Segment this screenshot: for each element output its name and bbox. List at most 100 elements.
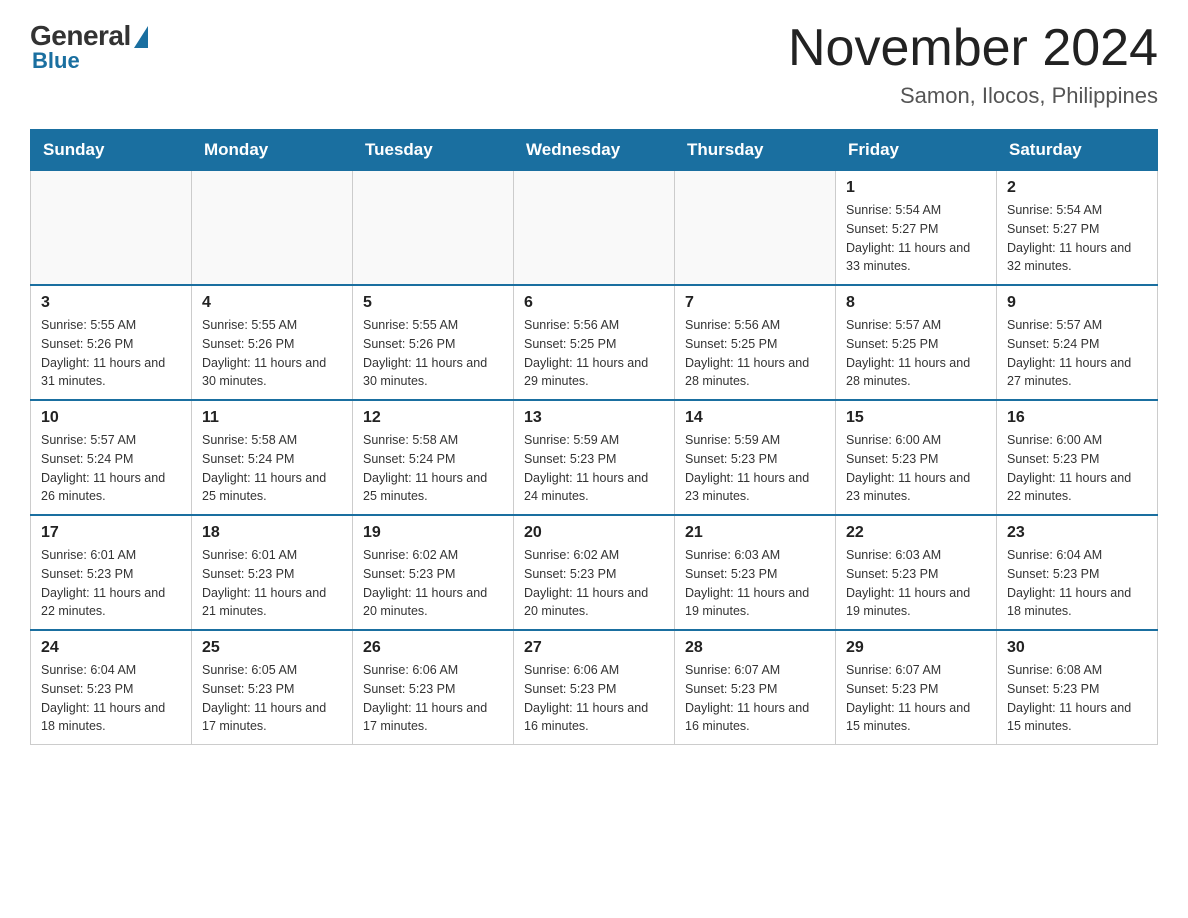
calendar-title: November 2024: [788, 20, 1158, 77]
day-number: 5: [363, 294, 503, 312]
day-info: Sunrise: 6:01 AM Sunset: 5:23 PM Dayligh…: [41, 546, 181, 621]
day-number: 13: [524, 409, 664, 427]
day-number: 23: [1007, 524, 1147, 542]
calendar-table: SundayMondayTuesdayWednesdayThursdayFrid…: [30, 129, 1158, 745]
day-info: Sunrise: 6:02 AM Sunset: 5:23 PM Dayligh…: [363, 546, 503, 621]
day-number: 14: [685, 409, 825, 427]
calendar-day-cell: 22 Sunrise: 6:03 AM Sunset: 5:23 PM Dayli…: [836, 515, 997, 630]
calendar-week-row: 1 Sunrise: 5:54 AM Sunset: 5:27 PM Daylig…: [31, 171, 1158, 286]
day-info: Sunrise: 6:07 AM Sunset: 5:23 PM Dayligh…: [685, 661, 825, 736]
calendar-week-row: 3 Sunrise: 5:55 AM Sunset: 5:26 PM Daylig…: [31, 285, 1158, 400]
calendar-day-cell: 17 Sunrise: 6:01 AM Sunset: 5:23 PM Dayli…: [31, 515, 192, 630]
day-number: 30: [1007, 639, 1147, 657]
calendar-day-cell: 6Sunrise: 5:56 AM Sunset: 5:25 PM Daylig…: [514, 285, 675, 400]
day-number: 11: [202, 409, 342, 427]
day-info: Sunrise: 5:56 AM Sunset: 5:25 PM Dayligh…: [685, 316, 825, 391]
day-number: 24: [41, 639, 181, 657]
weekday-header-sunday: Sunday: [31, 130, 192, 171]
day-number: 16: [1007, 409, 1147, 427]
calendar-day-cell: [675, 171, 836, 286]
calendar-day-cell: 16 Sunrise: 6:00 AM Sunset: 5:23 PM Dayli…: [997, 400, 1158, 515]
day-info: Sunrise: 6:00 AM Sunset: 5:23 PM Dayligh…: [846, 431, 986, 506]
calendar-day-cell: 1 Sunrise: 5:54 AM Sunset: 5:27 PM Daylig…: [836, 171, 997, 286]
calendar-day-cell: 19 Sunrise: 6:02 AM Sunset: 5:23 PM Dayli…: [353, 515, 514, 630]
title-section: November 2024 Samon, Ilocos, Philippines: [788, 20, 1158, 109]
weekday-header-wednesday: Wednesday: [514, 130, 675, 171]
day-number: 4: [202, 294, 342, 312]
day-number: 8: [846, 294, 986, 312]
day-info: Sunrise: 6:03 AM Sunset: 5:23 PM Dayligh…: [846, 546, 986, 621]
calendar-day-cell: 11 Sunrise: 5:58 AM Sunset: 5:24 PM Dayli…: [192, 400, 353, 515]
day-info: Sunrise: 6:00 AM Sunset: 5:23 PM Dayligh…: [1007, 431, 1147, 506]
day-number: 26: [363, 639, 503, 657]
calendar-day-cell: [192, 171, 353, 286]
day-number: 15: [846, 409, 986, 427]
weekday-header-friday: Friday: [836, 130, 997, 171]
day-info: Sunrise: 6:07 AM Sunset: 5:23 PM Dayligh…: [846, 661, 986, 736]
calendar-day-cell: 3 Sunrise: 5:55 AM Sunset: 5:26 PM Daylig…: [31, 285, 192, 400]
day-number: 25: [202, 639, 342, 657]
day-number: 10: [41, 409, 181, 427]
day-info: Sunrise: 5:58 AM Sunset: 5:24 PM Dayligh…: [202, 431, 342, 506]
calendar-subtitle: Samon, Ilocos, Philippines: [788, 83, 1158, 109]
day-number: 1: [846, 179, 986, 197]
day-number: 9: [1007, 294, 1147, 312]
day-info: Sunrise: 5:57 AM Sunset: 5:25 PM Dayligh…: [846, 316, 986, 391]
calendar-day-cell: 7Sunrise: 5:56 AM Sunset: 5:25 PM Daylig…: [675, 285, 836, 400]
calendar-day-cell: 30 Sunrise: 6:08 AM Sunset: 5:23 PM Dayli…: [997, 630, 1158, 745]
calendar-day-cell: [514, 171, 675, 286]
calendar-day-cell: 24Sunrise: 6:04 AM Sunset: 5:23 PM Dayli…: [31, 630, 192, 745]
calendar-day-cell: 23 Sunrise: 6:04 AM Sunset: 5:23 PM Dayli…: [997, 515, 1158, 630]
day-number: 21: [685, 524, 825, 542]
logo-triangle-icon: [134, 26, 148, 48]
day-number: 12: [363, 409, 503, 427]
calendar-day-cell: 18Sunrise: 6:01 AM Sunset: 5:23 PM Dayli…: [192, 515, 353, 630]
day-info: Sunrise: 5:55 AM Sunset: 5:26 PM Dayligh…: [41, 316, 181, 391]
calendar-day-cell: 10 Sunrise: 5:57 AM Sunset: 5:24 PM Dayli…: [31, 400, 192, 515]
calendar-day-cell: [31, 171, 192, 286]
calendar-day-cell: 25 Sunrise: 6:05 AM Sunset: 5:23 PM Dayli…: [192, 630, 353, 745]
day-number: 28: [685, 639, 825, 657]
calendar-day-cell: 21Sunrise: 6:03 AM Sunset: 5:23 PM Dayli…: [675, 515, 836, 630]
calendar-day-cell: 4 Sunrise: 5:55 AM Sunset: 5:26 PM Daylig…: [192, 285, 353, 400]
calendar-week-row: 24Sunrise: 6:04 AM Sunset: 5:23 PM Dayli…: [31, 630, 1158, 745]
day-number: 29: [846, 639, 986, 657]
day-number: 3: [41, 294, 181, 312]
logo: General Blue: [30, 20, 148, 74]
weekday-header-saturday: Saturday: [997, 130, 1158, 171]
calendar-day-cell: [353, 171, 514, 286]
weekday-header-monday: Monday: [192, 130, 353, 171]
calendar-day-cell: 20 Sunrise: 6:02 AM Sunset: 5:23 PM Dayli…: [514, 515, 675, 630]
day-info: Sunrise: 5:55 AM Sunset: 5:26 PM Dayligh…: [363, 316, 503, 391]
calendar-day-cell: 15 Sunrise: 6:00 AM Sunset: 5:23 PM Dayli…: [836, 400, 997, 515]
calendar-day-cell: 14Sunrise: 5:59 AM Sunset: 5:23 PM Dayli…: [675, 400, 836, 515]
calendar-day-cell: 27Sunrise: 6:06 AM Sunset: 5:23 PM Dayli…: [514, 630, 675, 745]
day-number: 20: [524, 524, 664, 542]
day-number: 2: [1007, 179, 1147, 197]
weekday-header-row: SundayMondayTuesdayWednesdayThursdayFrid…: [31, 130, 1158, 171]
calendar-day-cell: 12Sunrise: 5:58 AM Sunset: 5:24 PM Dayli…: [353, 400, 514, 515]
day-info: Sunrise: 5:54 AM Sunset: 5:27 PM Dayligh…: [846, 201, 986, 276]
calendar-week-row: 10 Sunrise: 5:57 AM Sunset: 5:24 PM Dayli…: [31, 400, 1158, 515]
day-number: 19: [363, 524, 503, 542]
day-number: 22: [846, 524, 986, 542]
day-number: 18: [202, 524, 342, 542]
day-number: 6: [524, 294, 664, 312]
logo-blue-text: Blue: [32, 48, 80, 74]
day-info: Sunrise: 5:57 AM Sunset: 5:24 PM Dayligh…: [1007, 316, 1147, 391]
day-info: Sunrise: 5:55 AM Sunset: 5:26 PM Dayligh…: [202, 316, 342, 391]
day-info: Sunrise: 6:04 AM Sunset: 5:23 PM Dayligh…: [1007, 546, 1147, 621]
calendar-day-cell: 29 Sunrise: 6:07 AM Sunset: 5:23 PM Dayli…: [836, 630, 997, 745]
day-info: Sunrise: 6:05 AM Sunset: 5:23 PM Dayligh…: [202, 661, 342, 736]
day-info: Sunrise: 5:59 AM Sunset: 5:23 PM Dayligh…: [524, 431, 664, 506]
calendar-day-cell: 2Sunrise: 5:54 AM Sunset: 5:27 PM Daylig…: [997, 171, 1158, 286]
day-number: 17: [41, 524, 181, 542]
day-info: Sunrise: 6:06 AM Sunset: 5:23 PM Dayligh…: [363, 661, 503, 736]
day-info: Sunrise: 6:08 AM Sunset: 5:23 PM Dayligh…: [1007, 661, 1147, 736]
calendar-day-cell: 26 Sunrise: 6:06 AM Sunset: 5:23 PM Dayli…: [353, 630, 514, 745]
calendar-day-cell: 9 Sunrise: 5:57 AM Sunset: 5:24 PM Daylig…: [997, 285, 1158, 400]
day-info: Sunrise: 6:02 AM Sunset: 5:23 PM Dayligh…: [524, 546, 664, 621]
day-info: Sunrise: 5:57 AM Sunset: 5:24 PM Dayligh…: [41, 431, 181, 506]
calendar-day-cell: 28 Sunrise: 6:07 AM Sunset: 5:23 PM Dayli…: [675, 630, 836, 745]
weekday-header-tuesday: Tuesday: [353, 130, 514, 171]
